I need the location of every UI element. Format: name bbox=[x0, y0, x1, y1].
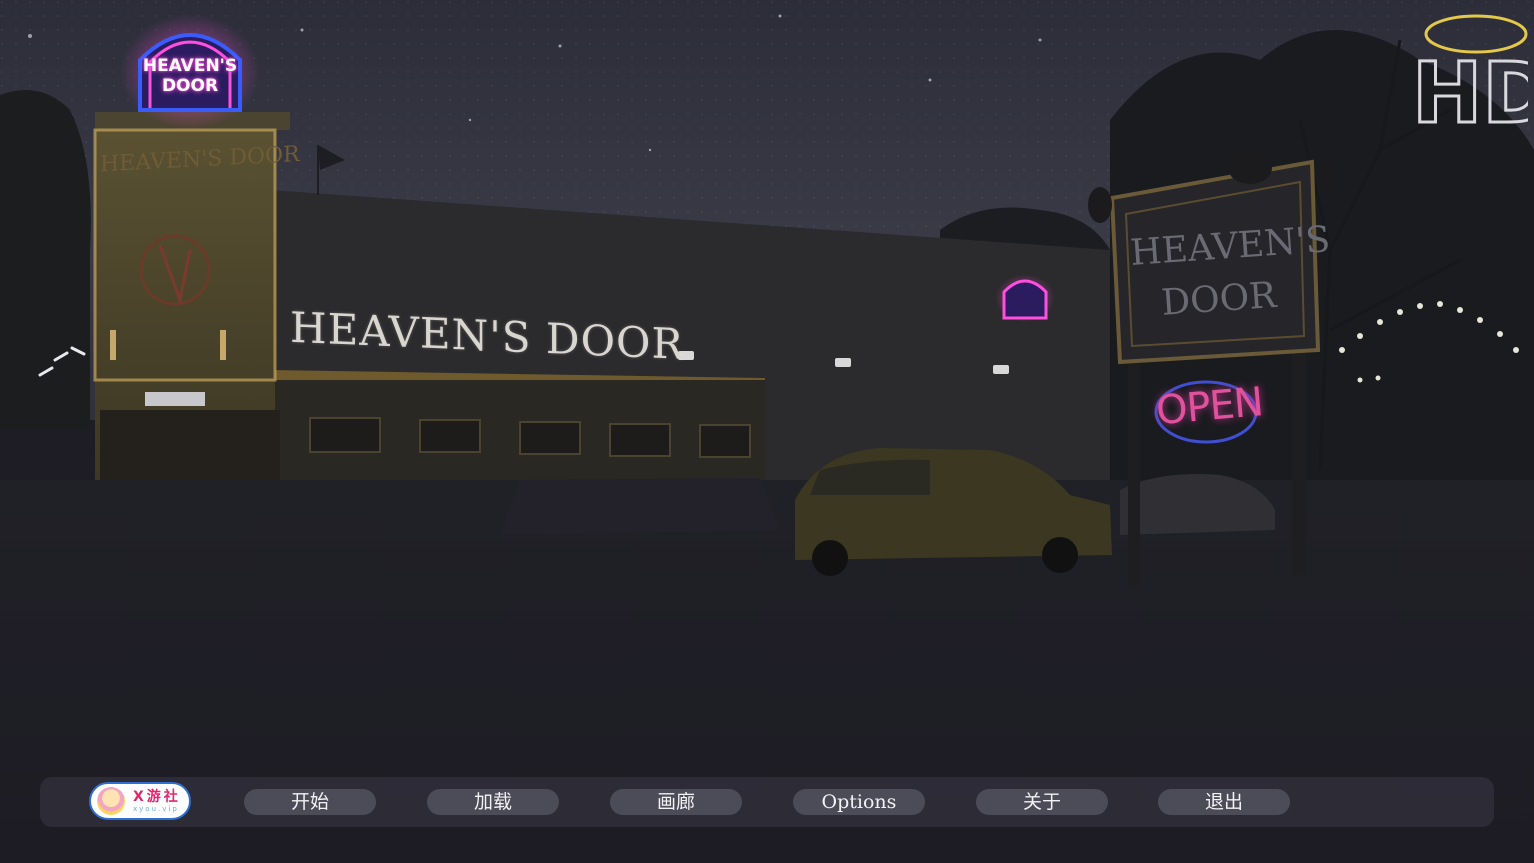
start-button[interactable]: 开始 bbox=[244, 789, 376, 815]
badge-title: X游社 bbox=[133, 788, 181, 805]
hd-logo: HD bbox=[1404, 10, 1528, 134]
badge-text: X游社 xyou.vip bbox=[133, 790, 181, 813]
open-neon-sign: OPEN bbox=[1154, 379, 1265, 435]
options-button[interactable]: Options bbox=[793, 789, 925, 815]
mascot-avatar bbox=[97, 787, 125, 815]
hd-logo-text: HD bbox=[1412, 44, 1528, 134]
badge-subtitle: xyou.vip bbox=[133, 804, 179, 813]
nightclub-exterior-image bbox=[0, 0, 1534, 863]
background-scene: HEAVEN'S DOOR HEAVEN'S DOOR HEAVEN'S DOO… bbox=[0, 0, 1534, 863]
roof-neon-sign: HEAVEN'S DOOR bbox=[142, 56, 238, 96]
gallery-button[interactable]: 画廊 bbox=[610, 789, 742, 815]
about-button[interactable]: 关于 bbox=[976, 789, 1108, 815]
board-sign: HEAVEN'S DOOR bbox=[1129, 216, 1332, 332]
quit-button[interactable]: 退出 bbox=[1158, 789, 1290, 815]
halo-icon: HD bbox=[1411, 14, 1528, 134]
load-button[interactable]: 加载 bbox=[427, 789, 559, 815]
roof-neon-line-1: HEAVEN'S bbox=[142, 56, 238, 76]
roof-neon-line-2: DOOR bbox=[161, 76, 219, 96]
xyou-badge-button[interactable]: X游社 xyou.vip bbox=[89, 782, 191, 820]
building-sign: HEAVEN'S DOOR bbox=[290, 302, 685, 369]
